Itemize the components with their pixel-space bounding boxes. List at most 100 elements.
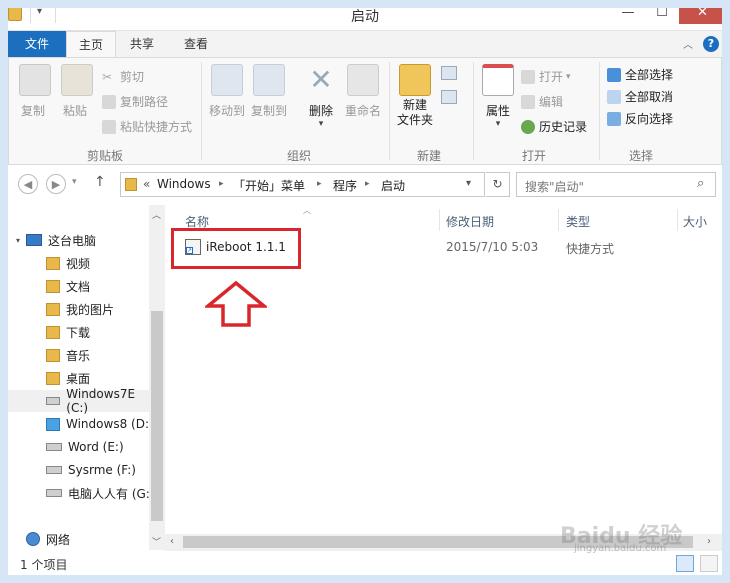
nav-item-label: Windows8 (D:)	[66, 417, 154, 431]
nav-item[interactable]: Windows8 (D:)	[46, 413, 154, 435]
new-folder-icon	[399, 64, 431, 96]
address-bar[interactable]: « Windows ▸ 「开始」菜单 ▸ 程序 ▸ 启动 ▾	[120, 172, 485, 197]
new-item-icon[interactable]	[441, 66, 457, 80]
select-none-button[interactable]: 全部取消	[607, 88, 673, 105]
back-button[interactable]: ◀	[18, 174, 38, 194]
scroll-thumb[interactable]	[151, 311, 163, 521]
scroll-left-icon[interactable]: ‹	[170, 536, 174, 547]
tab-share[interactable]: 共享	[118, 31, 166, 57]
nav-item[interactable]: 这台电脑	[26, 229, 96, 251]
copy-path-button[interactable]: 复制路径	[102, 93, 168, 110]
nav-item[interactable]: 我的图片	[46, 298, 114, 320]
divider	[389, 62, 390, 160]
open-button[interactable]: 打开 ▾	[521, 68, 571, 85]
close-button[interactable]: ✕	[679, 0, 726, 24]
nav-item[interactable]: 下载	[46, 321, 90, 343]
title-bar: ▾ 启动 — ☐ ✕	[0, 0, 730, 31]
nav-item[interactable]: 网络	[26, 528, 70, 550]
recent-locations-icon[interactable]: ▾	[72, 177, 77, 187]
nav-scrollbar[interactable]: ︿ ﹀	[149, 205, 165, 550]
edit-button[interactable]: 编辑	[521, 93, 563, 110]
easy-access-icon[interactable]	[441, 90, 457, 104]
copy-button[interactable]: 复制	[19, 64, 51, 119]
breadcrumb-windows[interactable]: Windows	[157, 177, 211, 191]
scroll-up-icon[interactable]: ︿	[152, 208, 161, 221]
chevron-right-icon[interactable]: ▸	[219, 179, 224, 189]
properties-button[interactable]: 属性 ▾	[481, 64, 515, 129]
nav-item[interactable]: 文档	[46, 275, 90, 297]
breadcrumb-programs[interactable]: 程序	[333, 177, 357, 194]
watermark-url: jingyan.baidu.com	[574, 543, 667, 554]
edit-icon	[521, 94, 535, 109]
maximize-button[interactable]: ☐	[645, 0, 679, 24]
chevron-down-icon: ▾	[566, 71, 571, 82]
network-icon	[26, 532, 40, 546]
rename-icon	[347, 64, 379, 96]
copy-to-button[interactable]: 复制到	[251, 64, 287, 119]
select-all-icon	[607, 67, 621, 82]
minimize-button[interactable]: —	[611, 0, 645, 24]
paste-button[interactable]: 粘贴	[61, 64, 93, 119]
nav-item-label: 文档	[66, 279, 91, 294]
nav-item-label: Windows7E (C:)	[66, 387, 136, 415]
nav-item-label: 音乐	[66, 348, 91, 363]
chevron-right-icon[interactable]: ▸	[317, 179, 322, 189]
folder-icon	[46, 256, 60, 270]
chevron-right-icon[interactable]: ▸	[365, 179, 370, 189]
divider	[558, 209, 559, 231]
nav-item[interactable]: Word (E:)	[46, 436, 124, 458]
paste-icon	[61, 64, 93, 96]
column-header-type[interactable]: 类型	[566, 213, 590, 230]
tab-view[interactable]: 查看	[172, 31, 220, 57]
breadcrumb-start-menu[interactable]: 「开始」菜单	[233, 177, 305, 194]
tab-file[interactable]: 文件	[8, 31, 66, 57]
nav-item-label: 电脑人人有 (G:)	[68, 486, 155, 501]
scroll-down-icon[interactable]: ﹀	[152, 535, 161, 548]
folder-icon	[46, 371, 60, 385]
nav-item[interactable]: 桌面	[46, 367, 90, 389]
folder-icon	[46, 302, 60, 316]
new-folder-button[interactable]: 新建 文件夹	[395, 64, 435, 128]
drive-icon	[46, 397, 61, 405]
search-icon[interactable]: ⌕	[697, 176, 704, 191]
divider	[677, 209, 678, 231]
move-to-button[interactable]: 移动到	[209, 64, 245, 119]
nav-item[interactable]: 音乐	[46, 344, 90, 366]
refresh-button[interactable]: ↻	[486, 172, 510, 197]
help-icon[interactable]: ?	[703, 36, 719, 52]
invert-selection-button[interactable]: 反向选择	[607, 110, 673, 127]
select-all-button[interactable]: 全部选择	[607, 66, 673, 83]
nav-item-label: Sysrme (F:)	[68, 463, 136, 477]
breadcrumb-overflow[interactable]: «	[143, 177, 150, 191]
paste-shortcut-button[interactable]: 粘贴快捷方式	[102, 118, 192, 135]
copy-path-icon	[102, 94, 116, 109]
folder-icon	[46, 325, 60, 339]
large-icons-view-icon[interactable]	[700, 555, 718, 572]
chevron-down-icon[interactable]: ▾	[16, 236, 20, 245]
search-input[interactable]: 搜索"启动" ⌕	[516, 172, 716, 197]
nav-item[interactable]: 视频	[46, 252, 90, 274]
history-icon	[521, 119, 535, 134]
select-none-icon	[607, 89, 621, 104]
divider	[439, 209, 440, 231]
collapse-ribbon-icon[interactable]: ︿	[683, 36, 693, 51]
scissors-icon: ✂	[102, 69, 113, 84]
chevron-down-icon[interactable]: ▾	[466, 178, 471, 189]
history-button[interactable]: 历史记录	[521, 118, 587, 135]
drive-icon	[46, 443, 62, 451]
cut-button[interactable]: ✂ 剪切	[102, 68, 144, 85]
column-header-size[interactable]: 大小	[683, 213, 707, 230]
scroll-right-icon[interactable]: ›	[707, 536, 711, 547]
rename-button[interactable]: 重命名	[343, 64, 383, 119]
nav-item[interactable]: 电脑人人有 (G:)	[46, 482, 155, 504]
forward-button[interactable]: ▶	[46, 174, 66, 194]
delete-button[interactable]: ✕ 删除 ▾	[303, 64, 339, 130]
up-arrow-icon[interactable]: ↑	[94, 174, 106, 190]
details-view-icon[interactable]	[676, 555, 694, 572]
nav-item[interactable]: Windows7E (C:)	[8, 387, 149, 415]
nav-item[interactable]: Sysrme (F:)	[46, 459, 136, 481]
breadcrumb-startup[interactable]: 启动	[381, 177, 405, 194]
tab-home[interactable]: 主页	[66, 31, 116, 58]
up-arrow-annotation	[205, 280, 267, 327]
column-header-date[interactable]: 修改日期	[446, 213, 494, 230]
